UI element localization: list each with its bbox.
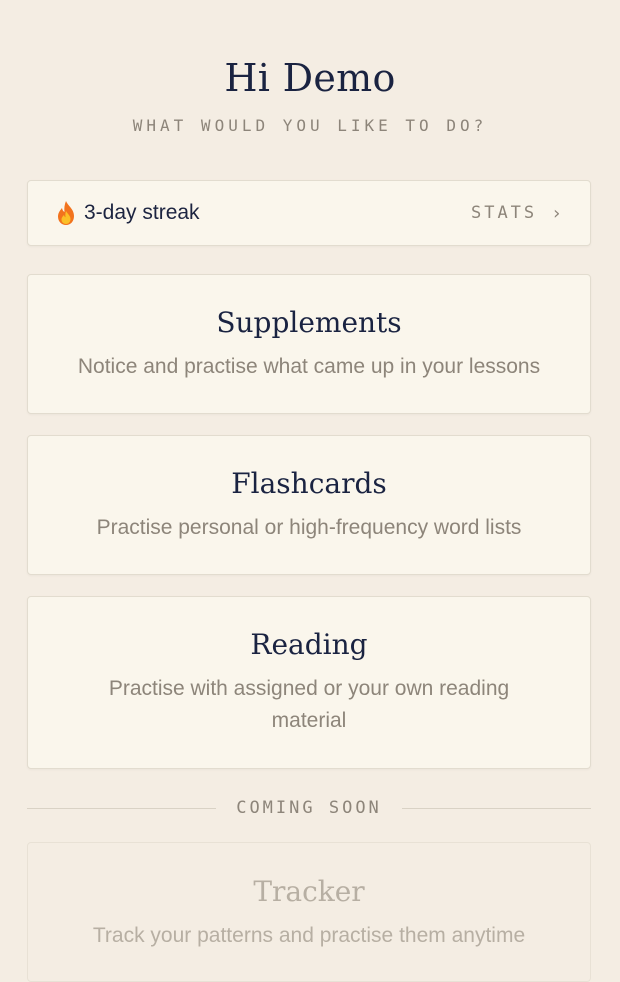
- tracker-card: Tracker Track your patterns and practise…: [27, 842, 591, 982]
- coming-soon-label: COMING SOON: [236, 798, 382, 818]
- greeting-title: Hi Demo: [224, 56, 396, 100]
- card-title: Reading: [250, 628, 368, 661]
- card-title: Supplements: [216, 305, 402, 339]
- page-subtitle: WHAT WOULD YOU LIKE TO DO?: [132, 116, 488, 135]
- card-description: Practise personal or high-frequency word…: [96, 515, 522, 539]
- reading-card[interactable]: Reading Practise with assigned or your o…: [27, 596, 591, 769]
- supplements-card[interactable]: Supplements Notice and practise what cam…: [27, 274, 591, 414]
- flashcards-card[interactable]: Flashcards Practise personal or high-fre…: [27, 435, 591, 575]
- card-description: Practise with assigned or your own readi…: [108, 677, 510, 732]
- card-title: Flashcards: [231, 466, 387, 500]
- card-description: Track your patterns and practise them an…: [92, 924, 526, 947]
- divider-line: [401, 807, 591, 809]
- streak-card[interactable]: 3-day streak STATS ›: [27, 180, 591, 246]
- card-title: Tracker: [253, 875, 365, 908]
- card-description: Notice and practise what came up in your…: [77, 354, 541, 378]
- streak-info: 3-day streak: [56, 200, 200, 226]
- streak-label: 3-day streak: [84, 201, 200, 224]
- chevron-right-icon: ›: [551, 202, 562, 224]
- stats-label: STATS: [470, 203, 538, 223]
- coming-soon-divider: COMING SOON: [27, 796, 591, 820]
- divider-line: [27, 807, 217, 809]
- stats-link[interactable]: STATS ›: [471, 203, 562, 224]
- fire-icon: [58, 201, 74, 225]
